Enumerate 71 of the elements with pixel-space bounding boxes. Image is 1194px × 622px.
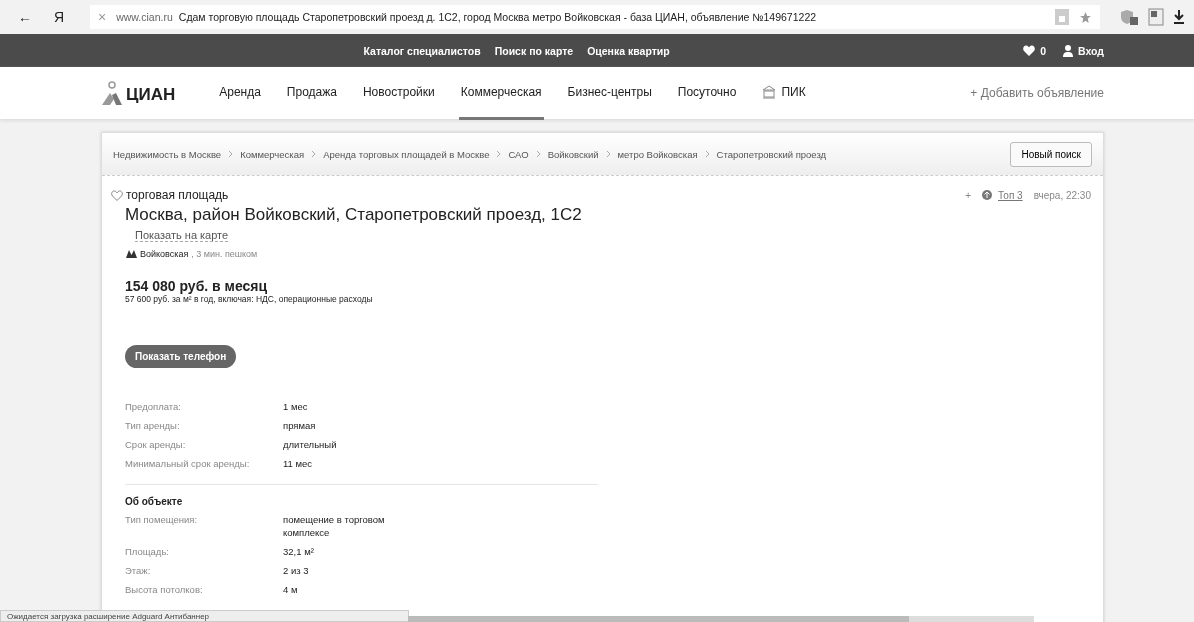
property-label: Тип помещения: [125, 513, 199, 527]
browser-logo[interactable]: Я [54, 9, 80, 25]
price-note: 57 600 руб. за м² в год, включая: НДС, операционные расходы [125, 294, 374, 304]
breadcrumb-link[interactable]: САО [508, 148, 529, 160]
property-value: 32,1 м² [283, 545, 315, 558]
add-listing-link[interactable]: + Добавить объявление [970, 86, 1104, 100]
property-value: 2 из 3 [283, 564, 310, 577]
login-link[interactable]: Вход [1078, 44, 1104, 57]
term-label: Предоплата: [125, 400, 182, 413]
chevron-icon [535, 150, 541, 158]
top-link[interactable]: Поиск по карте [494, 44, 574, 57]
top-link[interactable]: Топ 3 [998, 189, 1023, 201]
property-value: 4 м [283, 583, 299, 596]
chevron-icon [496, 150, 502, 158]
term-label: Минимальный срок аренды: [125, 457, 251, 470]
building-icon [762, 85, 777, 99]
nav-tab[interactable]: ПИК [760, 67, 808, 120]
download-icon[interactable] [1174, 10, 1184, 24]
status-text: Ожидается загрузка расширение Adguard Антибаннер [0, 610, 409, 622]
breadcrumb-link[interactable]: Войковский [547, 148, 599, 160]
star-icon[interactable] [1079, 10, 1092, 24]
term-label: Срок аренды: [125, 438, 187, 451]
logo-text[interactable]: ЦИАН [126, 85, 176, 105]
nav-tab[interactable]: Бизнес-центры [565, 67, 654, 120]
show-map-link[interactable]: Показать на карте [135, 229, 229, 242]
listing-type: торговая площадь [126, 188, 229, 202]
top-link[interactable]: Каталог специалистов [363, 44, 481, 57]
top-link[interactable]: Оценка квартир [587, 44, 670, 57]
nav-tab[interactable]: Новостройки [360, 67, 437, 120]
walk-time: , 3 мин. пешком [191, 249, 258, 259]
breadcrumb-link[interactable]: метро Войковская [617, 148, 698, 160]
nav-tab[interactable]: Аренда [217, 67, 263, 120]
breadcrumb-link[interactable]: Аренда торговых площадей в Москве [323, 148, 490, 160]
property-value: помещение в торговом комплексе [283, 513, 386, 539]
metro-icon [126, 250, 137, 258]
property-label: Этаж: [125, 564, 152, 577]
chevron-icon [605, 150, 611, 158]
address-bar[interactable]: × www.cian.ru Сдам торговую площадь Старопетровский проезд д. 1С2, город Москва метро Войковская - база ЦИАН, объявление №149671222 [90, 5, 1100, 29]
term-value: 1 мес [283, 400, 309, 413]
term-value: длительный [283, 438, 338, 451]
logo-icon [102, 81, 122, 105]
show-phone-button[interactable]: Показать телефон [125, 345, 237, 368]
arrow-up-circle-icon [982, 190, 992, 200]
nav-tab[interactable]: Продажа [284, 67, 339, 120]
back-button[interactable]: ← [18, 9, 44, 25]
plus-icon[interactable]: + [965, 189, 971, 201]
breadcrumb-link[interactable]: Недвижимость в Москве [113, 148, 222, 160]
nav-tab[interactable]: Коммерческая [458, 67, 544, 120]
document-icon[interactable] [1148, 8, 1164, 26]
metro-station[interactable]: Войковская [140, 249, 189, 259]
user-icon[interactable] [1063, 44, 1074, 57]
term-value: прямая [283, 419, 317, 432]
nav-tab[interactable]: Посуточно [675, 67, 739, 120]
new-search-button[interactable]: Новый поиск [1010, 141, 1092, 167]
term-label: Тип аренды: [125, 419, 181, 432]
term-value: 11 мес [283, 457, 314, 470]
favorites-count: 0 [1040, 44, 1047, 57]
heart-icon[interactable] [1023, 45, 1036, 56]
property-label: Высота потолков: [125, 583, 204, 596]
price: 154 080 руб. в месяц [125, 278, 269, 294]
breadcrumb-link[interactable]: Старопетровский проезд [716, 148, 827, 160]
listing-date: вчера, 22:30 [1033, 189, 1091, 201]
chevron-icon [228, 150, 234, 158]
chevron-icon [704, 150, 710, 158]
property-label: Площадь: [125, 545, 170, 558]
shield-icon[interactable] [1120, 9, 1138, 25]
section-title: Об объекте [125, 496, 184, 507]
chevron-icon [311, 150, 317, 158]
horizontal-scrollbar[interactable] [408, 616, 1034, 622]
listing-address: Москва, район Войковский, Старопетровский проезд, 1С2 [125, 205, 583, 225]
breadcrumb-link[interactable]: Коммерческая [240, 148, 305, 160]
